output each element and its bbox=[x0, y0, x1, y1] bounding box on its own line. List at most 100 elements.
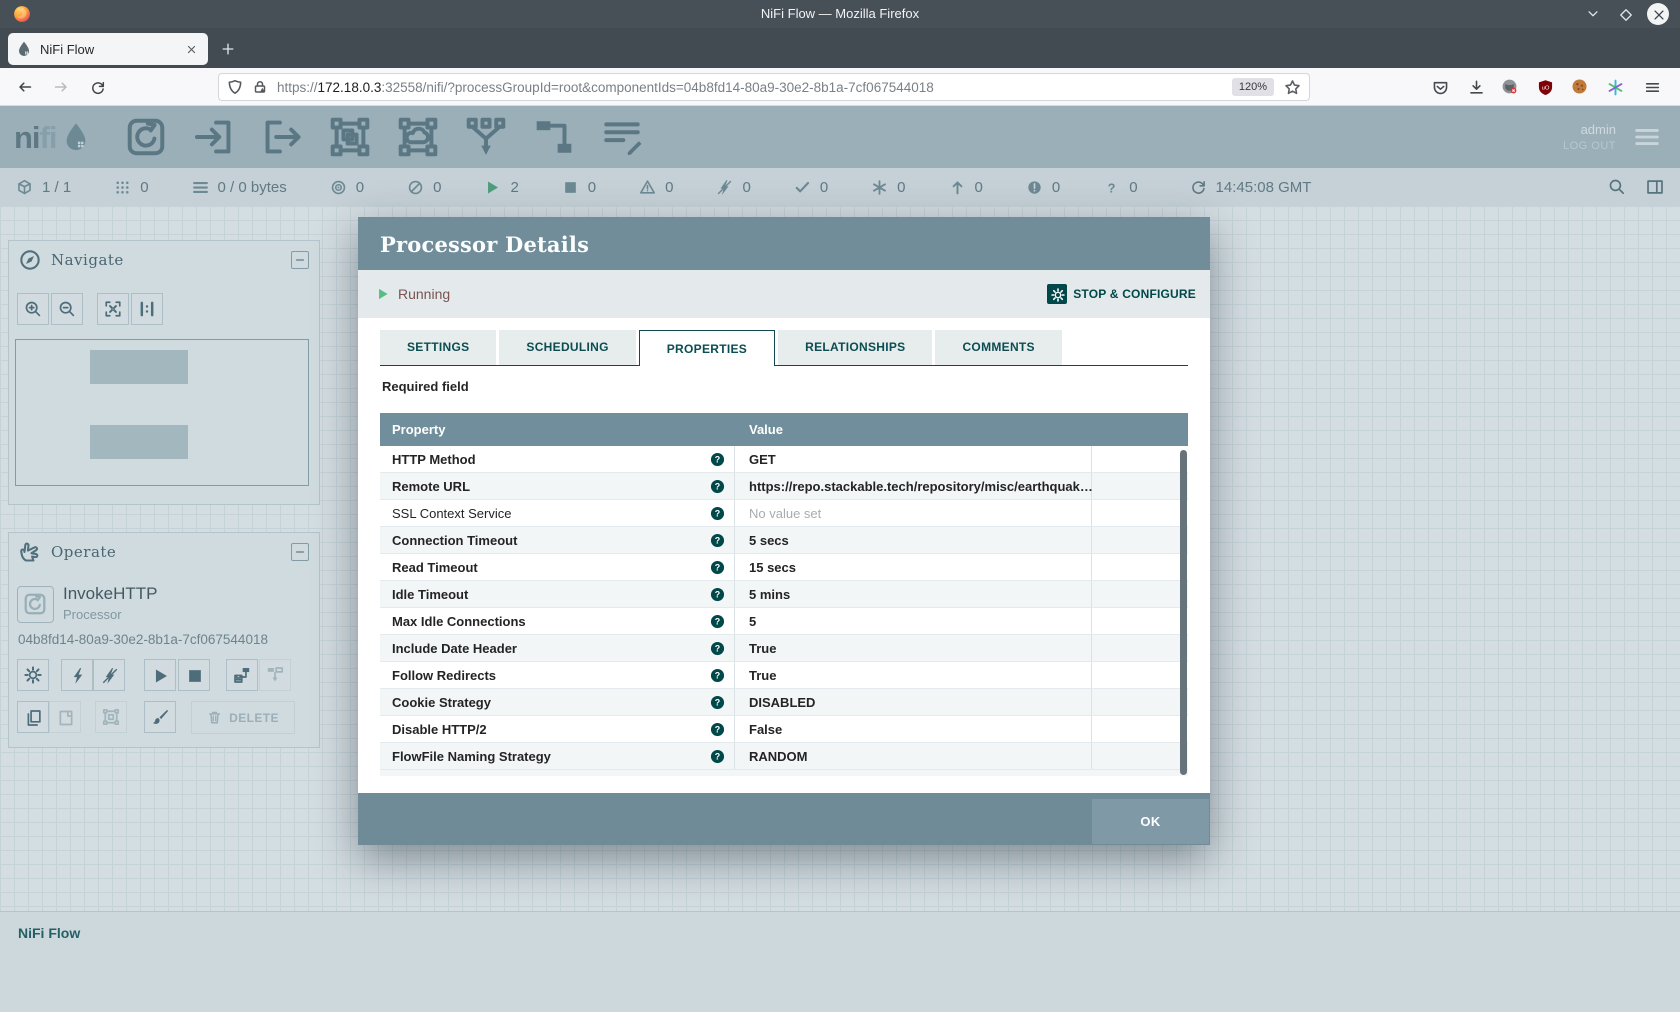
property-row: Follow Redirects? True bbox=[380, 662, 1188, 689]
pocket-button[interactable] bbox=[1428, 75, 1452, 99]
property-name: Remote URL bbox=[392, 479, 470, 494]
property-value: 5 mins bbox=[735, 581, 1092, 607]
svg-text:?: ? bbox=[715, 589, 720, 599]
property-row: Max Idle Connections?5 bbox=[380, 608, 1188, 635]
property-row: Idle Timeout?5 mins bbox=[380, 581, 1188, 608]
svg-text:?: ? bbox=[715, 697, 720, 707]
svg-text:?: ? bbox=[715, 535, 720, 545]
downloads-button[interactable] bbox=[1464, 75, 1488, 99]
run-status-label: Running bbox=[398, 286, 450, 302]
tab-close-icon[interactable] bbox=[182, 40, 200, 58]
property-value: True bbox=[735, 662, 1092, 688]
help-icon[interactable]: ? bbox=[710, 452, 725, 467]
browser-toolbar: https://172.18.0.3:32558/nifi/?processGr… bbox=[0, 68, 1680, 106]
tab-favicon bbox=[16, 41, 32, 57]
extension-sparkle-icon[interactable] bbox=[1603, 75, 1627, 99]
lock-warning-icon[interactable] bbox=[252, 79, 268, 95]
property-name: Include Date Header bbox=[392, 641, 517, 656]
svg-text:?: ? bbox=[715, 616, 720, 626]
url-bar[interactable]: https://172.18.0.3:32558/nifi/?processGr… bbox=[218, 73, 1310, 101]
property-name: Connection Timeout bbox=[392, 533, 517, 548]
help-icon[interactable]: ? bbox=[710, 749, 725, 764]
processor-details-dialog: Processor Details Running STOP & CONFIGU… bbox=[358, 217, 1210, 845]
gear-icon bbox=[1047, 284, 1067, 304]
property-column-header: Property bbox=[380, 422, 735, 437]
help-icon[interactable]: ? bbox=[710, 560, 725, 575]
tab-properties[interactable]: PROPERTIES bbox=[639, 330, 775, 366]
property-row: HTTP Method?GET bbox=[380, 446, 1188, 473]
url-text: https://172.18.0.3:32558/nifi/?processGr… bbox=[277, 80, 1224, 95]
forward-button[interactable] bbox=[48, 74, 74, 100]
property-row: Remote URL? https://repo.stackable.tech/r… bbox=[380, 473, 1188, 500]
bookmark-star-button[interactable] bbox=[1284, 79, 1301, 96]
minimize-button[interactable] bbox=[1582, 3, 1604, 25]
property-name: Read Timeout bbox=[392, 560, 478, 575]
property-row: Include Date Header? True bbox=[380, 635, 1188, 662]
extension-mask-icon[interactable] bbox=[1498, 75, 1522, 99]
value-column-header: Value bbox=[735, 422, 1092, 437]
required-field-note: Required field bbox=[382, 379, 469, 394]
new-tab-button[interactable] bbox=[216, 37, 240, 61]
help-icon[interactable]: ? bbox=[710, 533, 725, 548]
reload-button[interactable] bbox=[84, 74, 110, 100]
property-value: True bbox=[735, 635, 1092, 661]
svg-text:?: ? bbox=[715, 562, 720, 572]
zoom-level-badge[interactable]: 120% bbox=[1232, 78, 1274, 96]
ok-button[interactable]: OK bbox=[1092, 799, 1209, 844]
property-name: SSL Context Service bbox=[392, 506, 511, 521]
help-icon[interactable]: ? bbox=[710, 695, 725, 710]
property-value: 15 secs bbox=[735, 554, 1092, 580]
property-value: 5 bbox=[735, 608, 1092, 634]
property-row: Read Timeout? 15 secs bbox=[380, 554, 1188, 581]
table-scrollbar[interactable] bbox=[1180, 450, 1187, 775]
tab-scheduling[interactable]: SCHEDULING bbox=[499, 330, 635, 365]
property-value: DISABLED bbox=[735, 689, 1092, 715]
close-button[interactable] bbox=[1647, 3, 1669, 25]
svg-text:?: ? bbox=[715, 724, 720, 734]
browser-tab-strip: NiFi Flow bbox=[0, 28, 1680, 68]
help-icon[interactable]: ? bbox=[710, 614, 725, 629]
stop-and-configure-button[interactable]: STOP & CONFIGURE bbox=[1047, 284, 1196, 304]
help-icon[interactable]: ? bbox=[710, 587, 725, 602]
property-name: HTTP Method bbox=[392, 452, 476, 467]
property-row-partial bbox=[380, 770, 1188, 776]
help-icon[interactable]: ? bbox=[710, 668, 725, 683]
property-value: No value set bbox=[735, 500, 1092, 526]
svg-text:?: ? bbox=[715, 670, 720, 680]
tab-comments[interactable]: COMMENTS bbox=[935, 330, 1061, 365]
tracking-shield-icon[interactable] bbox=[227, 79, 243, 95]
extension-cookie-icon[interactable] bbox=[1568, 75, 1592, 99]
property-value: 5 secs bbox=[735, 527, 1092, 553]
properties-table: Property Value HTTP Method?GETRemote URL… bbox=[380, 413, 1188, 777]
svg-text:uO: uO bbox=[1541, 85, 1549, 91]
back-button[interactable] bbox=[12, 74, 38, 100]
extension-ublock-icon[interactable]: uO bbox=[1533, 75, 1557, 99]
browser-tab[interactable]: NiFi Flow bbox=[8, 33, 208, 65]
property-value: https://repo.stackable.tech/repository/m… bbox=[735, 473, 1092, 499]
help-icon[interactable]: ? bbox=[710, 479, 725, 494]
property-name: Disable HTTP/2 bbox=[392, 722, 487, 737]
tab-title: NiFi Flow bbox=[40, 42, 182, 57]
dialog-title: Processor Details bbox=[380, 217, 589, 270]
dialog-status-row: Running STOP & CONFIGURE bbox=[358, 270, 1210, 318]
tab-settings[interactable]: SETTINGS bbox=[380, 330, 496, 365]
property-row: SSL Context Service? No value set bbox=[380, 500, 1188, 527]
table-header: Property Value bbox=[380, 413, 1188, 446]
property-name: Cookie Strategy bbox=[392, 695, 491, 710]
help-icon[interactable]: ? bbox=[710, 506, 725, 521]
tab-relationships[interactable]: RELATIONSHIPS bbox=[778, 330, 932, 365]
nifi-page: nifi admin LOG OUT 1 / 100 / 0 bytes0020… bbox=[0, 106, 1680, 1012]
property-row: Connection Timeout? 5 secs bbox=[380, 527, 1188, 554]
svg-text:?: ? bbox=[715, 508, 720, 518]
menu-button[interactable] bbox=[1640, 75, 1664, 99]
property-row: Disable HTTP/2?False bbox=[380, 716, 1188, 743]
svg-text:?: ? bbox=[715, 481, 720, 491]
dialog-tabs: SETTINGSSCHEDULINGPROPERTIESRELATIONSHIP… bbox=[380, 330, 1188, 366]
property-name: Follow Redirects bbox=[392, 668, 496, 683]
help-icon[interactable]: ? bbox=[710, 722, 725, 737]
maximize-button[interactable] bbox=[1614, 3, 1636, 25]
svg-text:?: ? bbox=[715, 751, 720, 761]
window-title: NiFi Flow — Mozilla Firefox bbox=[0, 0, 1680, 28]
property-value: RANDOM bbox=[735, 743, 1092, 769]
help-icon[interactable]: ? bbox=[710, 641, 725, 656]
